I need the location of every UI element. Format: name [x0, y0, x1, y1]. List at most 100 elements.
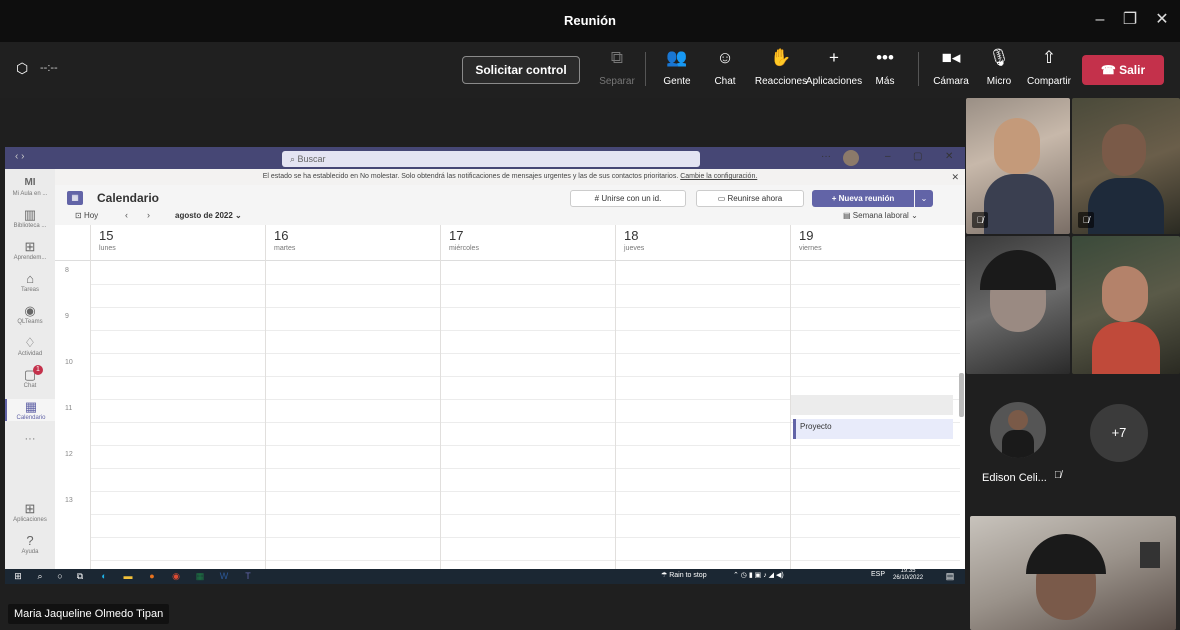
- day-column-header: 15 lunes: [90, 225, 265, 261]
- grid-line: [90, 261, 91, 569]
- grid-line: [790, 261, 791, 569]
- camera-button[interactable]: ■◂ Cámara: [926, 46, 976, 94]
- weather-widget[interactable]: ☂ Rain to stop: [661, 571, 707, 579]
- phone-icon: ☎: [1100, 63, 1120, 77]
- chrome-icon[interactable]: ◉: [169, 570, 183, 583]
- close-icon[interactable]: ✕: [951, 169, 959, 185]
- meet-now-button[interactable]: ▭ Reunirse ahora: [696, 190, 804, 207]
- rail-item-tareas[interactable]: ⌂ Tareas: [5, 271, 55, 293]
- people-button[interactable]: 👥 Gente: [652, 46, 702, 94]
- participant-video-tile[interactable]: [966, 236, 1070, 374]
- close-button[interactable]: ✕: [1152, 10, 1172, 30]
- rain-icon: ☂: [661, 572, 670, 579]
- maximize-button[interactable]: ❐: [1120, 10, 1140, 30]
- tray-icons[interactable]: ⌃ ◷ ▮ ▣ ♪ ◢ ◀): [733, 571, 784, 579]
- hour-label: 13: [65, 497, 73, 504]
- event-proyecto[interactable]: Proyecto: [793, 419, 953, 439]
- rail-item-chat[interactable]: ▢ Chat 1: [5, 365, 55, 389]
- mic-off-icon: 🎙̸: [1078, 212, 1094, 228]
- next-week-icon[interactable]: ›: [147, 210, 150, 220]
- calendar-grid[interactable]: 8 9 10 11 12 13 Proyecto: [55, 261, 965, 569]
- mic-off-icon: 🎙̸: [1054, 470, 1062, 481]
- excel-icon[interactable]: ▦: [193, 570, 207, 583]
- notification-icon[interactable]: ▤: [943, 570, 957, 583]
- word-icon[interactable]: W: [217, 570, 231, 583]
- minimize-icon[interactable]: –: [885, 151, 891, 162]
- firefox-icon[interactable]: ●: [145, 570, 159, 583]
- busy-block: [791, 395, 953, 415]
- mic-button[interactable]: 🎙 Micro: [974, 46, 1024, 94]
- leave-button[interactable]: ☎ Salir: [1082, 55, 1164, 85]
- close-icon[interactable]: ✕: [945, 151, 953, 162]
- rail-item-ayuda[interactable]: ? Ayuda: [5, 533, 55, 555]
- taskview-icon[interactable]: ⧉: [73, 570, 87, 583]
- self-video-tile[interactable]: [970, 516, 1176, 630]
- cortana-icon[interactable]: ○: [53, 570, 67, 583]
- participant-video-tile[interactable]: 🎙̸: [966, 98, 1070, 234]
- minimize-button[interactable]: –: [1090, 10, 1110, 30]
- clock[interactable]: 19:35 26/10/2022: [893, 568, 923, 582]
- meeting-timer: --:--: [40, 62, 58, 74]
- grid-line: [90, 560, 960, 561]
- windows-taskbar: ⊞ ⌕ ○ ⧉ ◐ ▬ ● ◉ ▦ W T ☂ Rain to stop ⌃ ◷…: [5, 568, 965, 584]
- participant-body: [1092, 322, 1160, 374]
- calendar-icon: ▤: [843, 211, 853, 220]
- day-column-header: 16 martes: [265, 225, 440, 261]
- view-selector[interactable]: ▤ Semana laboral ⌄: [843, 211, 918, 220]
- search-icon[interactable]: ⌕: [33, 570, 47, 583]
- rail-item-aplicaciones[interactable]: ⊞ Aplicaciones: [5, 501, 55, 523]
- folder-icon[interactable]: ▬: [121, 570, 135, 583]
- windows-start-icon[interactable]: ⊞: [11, 570, 25, 583]
- share-icon: ⇧: [1041, 48, 1057, 67]
- month-selector[interactable]: agosto de 2022 ⌄: [175, 211, 242, 220]
- reactions-button[interactable]: ✋ Reacciones: [750, 46, 812, 94]
- chevron-down-icon: ⌄: [911, 211, 918, 220]
- edge-icon[interactable]: ◐: [97, 570, 111, 583]
- presenter-name-tag: Maria Jaqueline Olmedo Tipan: [8, 604, 170, 624]
- rail-item-calendario[interactable]: ▦ Calendario: [5, 399, 55, 421]
- window-title: Reunión: [564, 13, 616, 28]
- request-control-button[interactable]: Solicitar control: [462, 56, 580, 84]
- separar-button[interactable]: ⧉ Separar: [592, 46, 642, 94]
- more-button[interactable]: ••• Más: [860, 46, 910, 94]
- bell-icon: ♢: [24, 335, 36, 350]
- apps-button[interactable]: + Aplicaciones: [804, 46, 864, 94]
- day-column-header: 17 miércoles: [440, 225, 615, 261]
- rail-item-actividad[interactable]: ♢ Actividad: [5, 335, 55, 357]
- hour-label: 9: [65, 313, 69, 320]
- rail-item-qlteams[interactable]: ◉ QLTeams: [5, 303, 55, 325]
- hand-icon: ✋: [770, 48, 792, 67]
- teams-icon[interactable]: T: [241, 570, 255, 583]
- chat-button[interactable]: ☺ Chat: [700, 46, 750, 94]
- dnd-settings-link[interactable]: Cambie la configuración.: [680, 173, 757, 180]
- today-button[interactable]: ⊡ Hoy: [75, 211, 98, 220]
- new-meeting-button[interactable]: + Nueva reunión: [812, 190, 914, 207]
- participant-video-tile[interactable]: [1072, 236, 1180, 374]
- rail-more-icon[interactable]: ···: [5, 433, 55, 445]
- teams-search-input[interactable]: ⌕ Buscar: [282, 151, 700, 167]
- avatar[interactable]: [990, 402, 1046, 458]
- rail-item-aprendem[interactable]: ⊞ Aprendem...: [5, 239, 55, 261]
- language-indicator[interactable]: ESP: [871, 571, 885, 578]
- rail-item-biblioteca[interactable]: ▥ Biblioteca ...: [5, 207, 55, 229]
- chevron-down-icon[interactable]: ⌄: [915, 190, 933, 207]
- scrollbar[interactable]: [959, 373, 964, 417]
- rail-item-mi-aula[interactable]: MI Mi Aula en ...: [5, 175, 55, 197]
- more-participants-button[interactable]: +7: [1090, 404, 1148, 462]
- participant-name: Edison Celi...: [982, 472, 1047, 484]
- prev-week-icon[interactable]: ‹: [125, 210, 128, 220]
- meeting-toolbar: ⬡ --:-- Solicitar control ⧉ Separar 👥 Ge…: [0, 42, 1180, 98]
- join-with-id-button[interactable]: # Unirse con un id.: [570, 190, 686, 207]
- ellipsis-icon[interactable]: ···: [821, 151, 831, 162]
- maximize-icon[interactable]: ▢: [913, 151, 922, 162]
- participant-hair: [980, 250, 1056, 290]
- grid-line: [90, 468, 960, 469]
- app-rail: MI Mi Aula en ... ▥ Biblioteca ... ⊞ Aprend…: [5, 169, 55, 569]
- chevron-down-icon: ⌄: [235, 211, 242, 220]
- share-button[interactable]: ⇧ Compartir: [1024, 46, 1074, 94]
- participant-video-tile[interactable]: 🎙̸: [1072, 98, 1180, 234]
- day-column-header: 18 jueves: [615, 225, 790, 261]
- avatar[interactable]: [843, 150, 859, 166]
- grid-line: [90, 307, 960, 308]
- grid-line: [440, 261, 441, 569]
